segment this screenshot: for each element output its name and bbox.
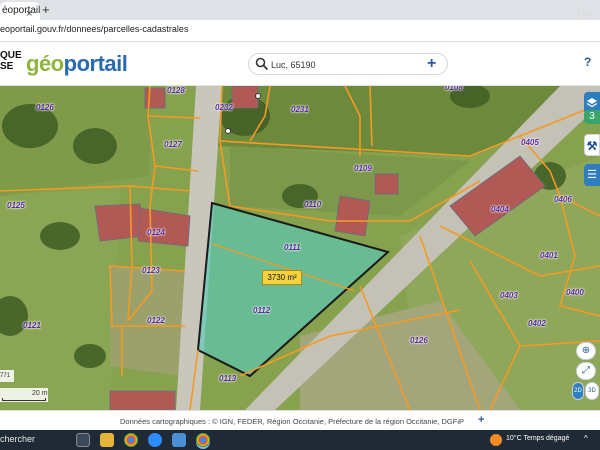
url-text[interactable]: eoportail.gouv.fr/donnees/parcelles-cada…: [0, 24, 188, 34]
corner-watermark: le: [576, 4, 592, 24]
help-button[interactable]: ?: [584, 55, 591, 69]
os-taskbar: chercher 10°C Temps dégagé ^: [0, 430, 600, 450]
geolocate-button[interactable]: ⊕: [576, 342, 596, 360]
parcel-label[interactable]: 0405: [521, 138, 539, 147]
rf-logo-line2: SE: [0, 61, 14, 72]
geoportail-logo[interactable]: géoportail: [26, 51, 128, 76]
parcel-label[interactable]: 0403: [500, 291, 518, 300]
rf-logo-line1: QUE: [0, 50, 22, 61]
parcel-label[interactable]: 0111: [284, 243, 301, 252]
chrome-active-icon[interactable]: [196, 433, 210, 447]
parcel-label[interactable]: 0402: [528, 319, 546, 328]
legend-list-button[interactable]: ☰: [584, 164, 600, 186]
map-attribution: Données cartographiques : © IGN, FEDER, …: [0, 410, 600, 430]
logo-part-geo: géo: [26, 51, 64, 76]
new-tab-button[interactable]: +: [42, 2, 50, 17]
parcel-label[interactable]: 0121: [23, 321, 41, 330]
parcel-label[interactable]: 0125: [7, 201, 25, 210]
parcel-label[interactable]: 0113: [219, 374, 236, 383]
chrome-icon[interactable]: [124, 433, 138, 447]
parcel-label[interactable]: 0109: [354, 164, 372, 173]
republique-francaise-logo[interactable]: QUE SE: [0, 50, 22, 72]
parcel-label[interactable]: 0406: [554, 195, 572, 204]
search-input[interactable]: [271, 57, 421, 72]
view-2d-button[interactable]: 2D: [572, 382, 584, 400]
parcel-label[interactable]: 0401: [540, 251, 558, 260]
logo-part-portail: portail: [63, 51, 128, 76]
layers-icon: [586, 98, 598, 108]
site-header: QUE SE géoportail + ?: [0, 42, 600, 86]
parcel-label[interactable]: 0400: [566, 288, 584, 297]
zoom-icon[interactable]: [148, 433, 162, 447]
search-add-button[interactable]: +: [427, 54, 436, 74]
fullscreen-button[interactable]: ⤢: [576, 362, 596, 380]
address-bar[interactable]: eoportail.gouv.fr/donnees/parcelles-cada…: [0, 20, 600, 42]
browser-tab-bar: éoportail × +: [0, 0, 600, 20]
parcel-label[interactable]: 0404: [491, 205, 509, 214]
parcel-label[interactable]: 0110: [304, 200, 321, 209]
parcel-label[interactable]: 0127: [164, 140, 182, 149]
map-canvas[interactable]: 0126 0128 0232 0231 0108 0127 0109 0405 …: [0, 86, 600, 410]
target-icon: ⊕: [581, 345, 591, 356]
area-measure-badge: 3730 m²: [262, 270, 302, 285]
tray-chevron-icon[interactable]: ^: [584, 434, 588, 443]
wrench-icon: ⚒: [586, 139, 598, 153]
parcel-label[interactable]: 0128: [167, 86, 185, 95]
search-icon: [255, 57, 269, 71]
parcel-label[interactable]: 0126: [410, 336, 428, 345]
parcel-label[interactable]: 0232: [215, 103, 233, 112]
scale-bar-line: [2, 398, 46, 401]
list-icon: ☰: [587, 169, 597, 181]
tab-title: éoportail: [2, 5, 40, 16]
weather-sun-icon: [490, 434, 502, 446]
layers-count-badge: 3: [584, 110, 600, 124]
view-3d-button[interactable]: 3D: [585, 382, 599, 400]
parcel-label[interactable]: 0231: [291, 105, 309, 114]
parcel-label[interactable]: 0122: [147, 316, 165, 325]
parcel-label[interactable]: 0126: [36, 103, 54, 112]
scale-label: 20 m: [32, 390, 48, 397]
expand-icon: ⤢: [582, 365, 590, 376]
parcel-label[interactable]: 0108: [445, 86, 463, 92]
file-explorer-icon[interactable]: [100, 433, 114, 447]
taskbar-search[interactable]: chercher: [0, 434, 35, 444]
tab-close-icon[interactable]: ×: [26, 5, 32, 20]
parcel-label[interactable]: 0124: [147, 228, 165, 237]
attribution-text: Données cartographiques : © IGN, FEDER, …: [120, 417, 465, 426]
coordinate-readout: 771: [0, 370, 14, 382]
tools-button[interactable]: ⚒: [584, 134, 600, 156]
search-box: +: [248, 53, 448, 75]
parcel-label[interactable]: 0123: [142, 266, 160, 275]
parcel-label[interactable]: 0112: [253, 306, 270, 315]
attribution-more-button[interactable]: +: [478, 414, 484, 426]
scale-bar: 20 m: [0, 388, 48, 402]
browser-tab[interactable]: éoportail ×: [0, 2, 40, 20]
task-view-icon[interactable]: [76, 433, 90, 447]
photos-icon[interactable]: [172, 433, 186, 447]
weather-readout[interactable]: 10°C Temps dégagé: [506, 435, 569, 442]
